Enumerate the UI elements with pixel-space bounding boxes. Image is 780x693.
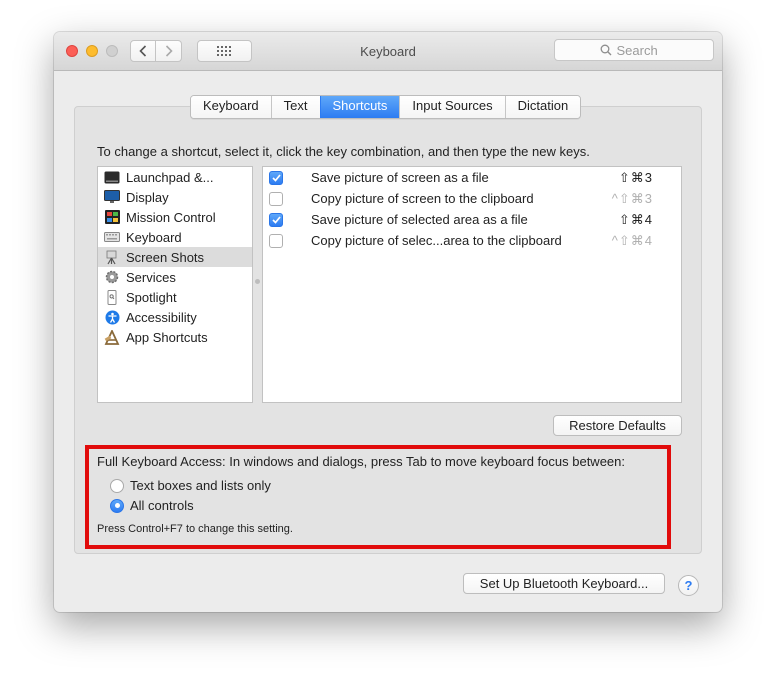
radio-button[interactable] [110,478,124,493]
category-label: Screen Shots [126,249,205,265]
shortcut-label: Save picture of selected area as a file [311,212,528,227]
help-button[interactable]: ? [678,575,699,596]
category-item-display[interactable]: Display [98,187,252,207]
radio-all-controls-option[interactable]: All controls [110,498,194,513]
tab-bar: Keyboard Text Shortcuts Input Sources Di… [190,95,582,119]
shortcut-checkbox[interactable] [269,212,283,227]
category-label: App Shortcuts [126,329,208,345]
tab-dictation[interactable]: Dictation [504,96,581,118]
checkmark-icon [271,215,281,224]
full-keyboard-access-title: Full Keyboard Access: In windows and dia… [97,454,625,469]
shortcut-label: Save picture of screen as a file [311,170,489,185]
title-bar: Keyboard [54,32,722,71]
tab-keyboard[interactable]: Keyboard [191,96,271,118]
radio-label: All controls [130,498,194,513]
category-item-spotlight[interactable]: Spotlight [98,287,252,307]
category-item-mission-control[interactable]: Mission Control [98,207,252,227]
category-label: Launchpad &... [126,169,214,185]
category-item-launchpad[interactable]: Launchpad &... [98,167,252,187]
shortcut-checkbox[interactable] [269,170,283,185]
accessibility-icon [104,310,120,324]
keyboard-icon [104,230,120,244]
category-label: Display [126,189,169,205]
setup-bluetooth-keyboard-button[interactable]: Set Up Bluetooth Keyboard... [463,573,665,594]
category-item-accessibility[interactable]: Accessibility [98,307,252,327]
category-item-keyboard[interactable]: Keyboard [98,227,252,247]
shortcut-checkbox[interactable] [269,233,283,248]
full-keyboard-access-note: Press Control+F7 to change this setting. [97,523,293,535]
shortcut-keys[interactable]: ⇧⌘4 [619,212,653,228]
tab-input-sources[interactable]: Input Sources [399,96,505,118]
shortcut-label: Copy picture of screen to the clipboard [311,191,534,206]
shortcut-checkbox[interactable] [269,191,283,206]
category-label: Accessibility [126,309,197,325]
category-label: Mission Control [126,209,216,225]
shortcut-row[interactable]: Copy picture of selec...area to the clip… [263,230,681,251]
shortcut-row[interactable]: Save picture of selected area as a file … [263,209,681,230]
shortcut-row[interactable]: Copy picture of screen to the clipboard … [263,188,681,209]
tab-shortcuts[interactable]: Shortcuts [319,96,400,118]
app-shortcuts-icon [104,329,120,345]
shortcut-instructions: To change a shortcut, select it, click t… [97,144,590,159]
category-label: Spotlight [126,289,177,305]
split-view-handle[interactable] [255,279,260,284]
launchpad-icon [104,170,120,184]
category-item-services[interactable]: Services [98,267,252,287]
shortcut-label: Copy picture of selec...area to the clip… [311,233,562,248]
search-field[interactable] [554,39,714,61]
search-icon [600,44,611,56]
gear-icon [104,270,120,284]
restore-defaults-button[interactable]: Restore Defaults [553,415,682,436]
shortcut-keys[interactable]: ⇧⌘3 [619,170,653,186]
shortcut-keys[interactable]: ^⇧⌘4 [612,233,653,249]
shortcut-list[interactable]: Save picture of screen as a file ⇧⌘3 Cop… [262,166,682,403]
category-list[interactable]: Launchpad &... Display Mission Control K… [97,166,253,403]
radio-text-boxes-option[interactable]: Text boxes and lists only [110,478,271,493]
spotlight-icon [104,289,120,305]
screenshot-icon [104,250,120,264]
checkmark-icon [271,173,281,182]
radio-button[interactable] [110,498,124,513]
mission-control-icon [104,210,120,224]
search-input[interactable] [616,42,669,58]
radio-label: Text boxes and lists only [130,478,271,493]
shortcut-row[interactable]: Save picture of screen as a file ⇧⌘3 [263,167,681,188]
preferences-window: Keyboard Keyboard Text Shortcuts Input S… [54,32,722,612]
tab-text[interactable]: Text [270,96,320,118]
category-label: Keyboard [126,229,182,245]
display-icon [104,190,120,204]
shortcut-keys[interactable]: ^⇧⌘3 [612,191,653,207]
category-item-screen-shots[interactable]: Screen Shots [98,247,252,267]
category-label: Services [126,269,176,285]
category-item-app-shortcuts[interactable]: App Shortcuts [98,327,252,347]
